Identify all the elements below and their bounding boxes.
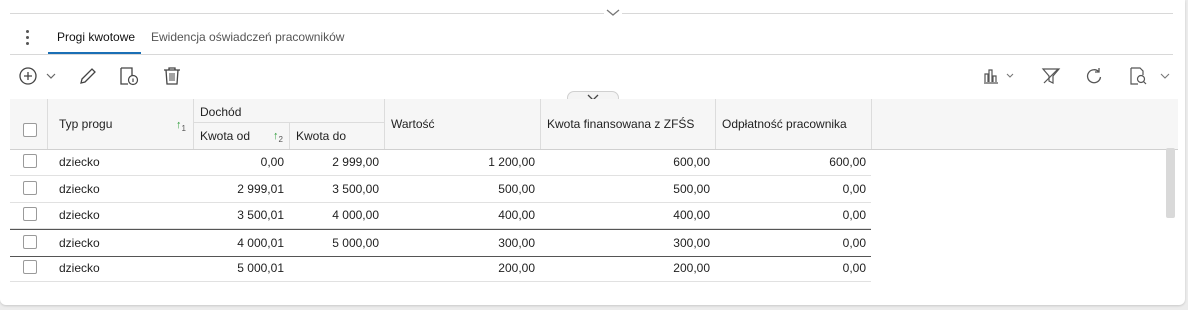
trash-icon (164, 67, 180, 85)
table-row[interactable]: dziecko 5 000,01 200,00 200,00 0,00 (10, 255, 871, 282)
details-button[interactable] (118, 66, 140, 86)
chart-icon (984, 69, 1014, 84)
cell-wartosc: 1 200,00 (488, 155, 535, 169)
table-row[interactable]: dziecko 2 999,01 3 500,00 500,00 500,00 0,00 (10, 176, 871, 203)
row-checkbox[interactable] (23, 180, 37, 195)
cell-kwota-do: 2 999,00 (332, 155, 379, 169)
vertical-scrollbar[interactable] (1166, 148, 1175, 218)
cell-typ-progu: dziecko (59, 181, 100, 196)
cell-wartosc: 200,00 (498, 261, 535, 275)
cell-odplatnosc: 600,00 (829, 155, 866, 169)
row-checkbox[interactable] (23, 234, 37, 249)
header-kwota-do[interactable]: Kwota do (290, 123, 385, 149)
header-odplatnosc[interactable]: Odpłatność pracownika (716, 99, 872, 149)
header-typ-progu-label: Typ progu (59, 117, 113, 131)
cell-kwota-finansowana: 600,00 (673, 155, 710, 169)
panel: Progi kwotowe Ewidencja oświadczeń praco… (0, 0, 1185, 305)
add-circle-icon (19, 67, 37, 85)
header-kwota-finansowana[interactable]: Kwota finansowana z ZFŚS (541, 99, 716, 149)
cell-typ-progu: dziecko (59, 235, 100, 250)
header-typ-progu[interactable]: Typ progu ↑1 (48, 99, 194, 149)
tab-bar: Progi kwotowe Ewidencja oświadczeń praco… (10, 24, 1173, 55)
header-kwota-od[interactable]: Kwota od ↑2 (194, 123, 290, 149)
cell-kwota-finansowana: 400,00 (673, 208, 710, 222)
sort-asc-icon: ↑2 (273, 130, 283, 145)
edit-button[interactable] (77, 66, 99, 86)
chevron-down-icon (46, 73, 56, 79)
filter-button[interactable] (1040, 66, 1062, 86)
cell-kwota-od: 0,00 (260, 155, 284, 169)
add-dropdown-button[interactable] (44, 66, 58, 86)
row-checkbox[interactable] (23, 207, 37, 221)
delete-button[interactable] (161, 66, 183, 86)
header-wartosc-label: Wartość (391, 117, 435, 131)
collapse-toggle-top[interactable] (604, 6, 622, 18)
table-row[interactable]: dziecko 4 000,01 5 000,00 300,00 300,00 0,00 (10, 228, 871, 257)
header-dochod-label: Dochód (200, 105, 242, 119)
table-row[interactable]: dziecko 0,00 2 999,00 1 200,00 600,00 600,00 (10, 149, 871, 176)
cell-odplatnosc: 0,00 (842, 261, 866, 275)
sort-asc-icon: ↑1 (176, 119, 186, 134)
cell-wartosc: 300,00 (498, 235, 535, 250)
document-info-icon (120, 67, 139, 86)
cell-typ-progu: dziecko (59, 208, 100, 222)
pencil-icon (80, 68, 96, 84)
document-search-icon (1130, 67, 1170, 85)
chevron-down-icon (606, 9, 620, 16)
row-checkbox[interactable] (23, 154, 37, 168)
row-checkbox[interactable] (23, 260, 37, 274)
cell-kwota-finansowana: 500,00 (673, 181, 710, 196)
top-divider (10, 13, 1173, 14)
tab-progi-kwotowe[interactable]: Progi kwotowe (57, 30, 135, 44)
cell-kwota-od: 5 000,01 (237, 261, 284, 275)
cell-wartosc: 500,00 (498, 181, 535, 196)
add-button[interactable] (17, 66, 39, 86)
header-odplatnosc-label: Odpłatność pracownika (722, 117, 847, 131)
kebab-menu-icon[interactable] (24, 30, 30, 46)
table-row[interactable]: dziecko 3 500,01 4 000,00 400,00 400,00 0,00 (10, 202, 871, 229)
cell-odplatnosc: 0,00 (842, 181, 866, 196)
cell-kwota-finansowana: 300,00 (673, 235, 710, 250)
header-group-dochod: Dochód (194, 99, 385, 123)
header-kwota-do-label: Kwota do (296, 129, 347, 143)
cell-kwota-do: 4 000,00 (332, 208, 379, 222)
chart-button[interactable] (982, 66, 1020, 86)
header-select-cell (10, 99, 48, 149)
cell-kwota-do: 5 000,00 (332, 235, 379, 250)
search-export-button[interactable] (1127, 66, 1175, 86)
cell-typ-progu: dziecko (59, 155, 100, 169)
select-all-checkbox[interactable] (23, 123, 37, 137)
refresh-button[interactable] (1083, 66, 1105, 86)
cell-kwota-finansowana: 200,00 (673, 261, 710, 275)
header-kwota-fin-label: Kwota finansowana z ZFŚS (547, 117, 695, 131)
cell-odplatnosc: 0,00 (842, 235, 866, 250)
refresh-icon (1086, 68, 1102, 84)
cell-kwota-od: 4 000,01 (237, 235, 284, 250)
header-wartosc[interactable]: Wartość (385, 99, 541, 149)
cell-kwota-od: 3 500,01 (237, 208, 284, 222)
filter-icon (1041, 68, 1061, 84)
tab-ewidencja[interactable]: Ewidencja oświadczeń pracowników (151, 30, 344, 44)
cell-odplatnosc: 0,00 (842, 208, 866, 222)
cell-kwota-do: 3 500,00 (332, 181, 379, 196)
active-tab-indicator (48, 52, 141, 54)
cell-kwota-od: 2 999,01 (237, 181, 284, 196)
cell-wartosc: 400,00 (498, 208, 535, 222)
header-kwota-od-label: Kwota od (200, 129, 251, 143)
cell-typ-progu: dziecko (59, 261, 100, 275)
